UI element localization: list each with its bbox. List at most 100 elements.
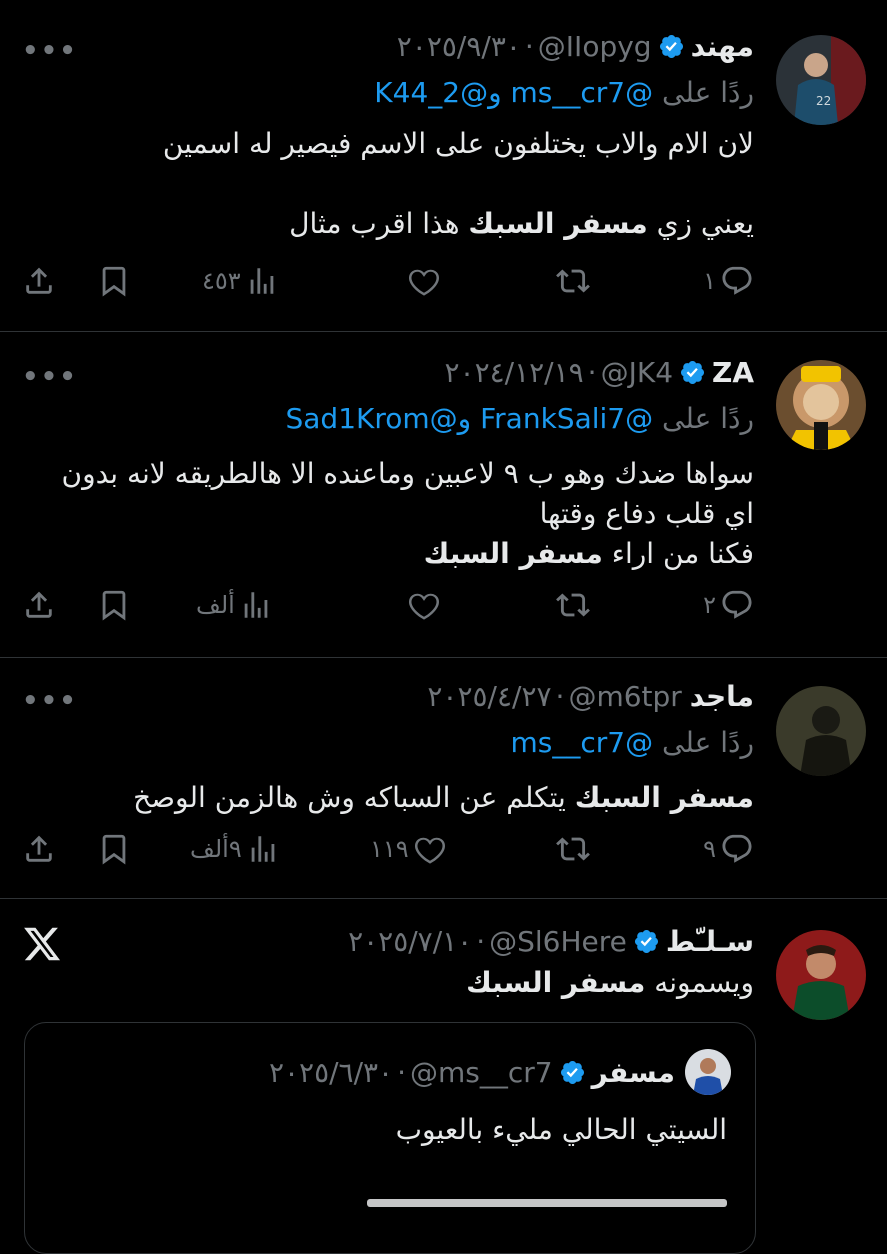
reply-count: ١ xyxy=(703,267,716,295)
avatar[interactable] xyxy=(776,686,866,776)
display-name[interactable]: ZA xyxy=(712,356,754,389)
retweet-button[interactable] xyxy=(556,264,590,298)
more-options-icon[interactable]: ••• xyxy=(22,36,78,66)
avatar[interactable]: 22 xyxy=(776,35,866,125)
reply-button[interactable]: ٢ xyxy=(699,588,754,622)
analytics-icon xyxy=(250,268,274,294)
display-name[interactable]: مهند xyxy=(691,30,754,63)
bookmark-button[interactable] xyxy=(97,832,131,866)
tweet-header: ZA @JK4 · ٢٠٢٤/١٢/١٩ xyxy=(444,356,754,389)
text-bold: مسفر السبك xyxy=(468,207,648,240)
x-logo-icon xyxy=(24,927,61,961)
tweet-text: سواها ضدك وهو ب ٩ لاعبين وماعنده الا هال… xyxy=(62,454,755,574)
handle[interactable]: @JK4 xyxy=(601,356,673,389)
bookmark-icon xyxy=(102,590,126,621)
timestamp[interactable]: ٢٠٢٥/٩/٣٠ xyxy=(397,30,521,63)
tweet-1[interactable]: 22 مهند @IIopyg · ٢٠٢٥/٩/٣٠ ••• ردًا على… xyxy=(0,0,887,330)
text-part: هذا اقرب مثال xyxy=(289,207,469,240)
retweet-button[interactable] xyxy=(556,588,590,622)
text-bold: مسفر السبك xyxy=(574,781,754,814)
verified-badge-icon xyxy=(659,34,683,59)
tweet-header: ماجد @m6tpr · ٢٠٢٥/٤/٢٧ xyxy=(427,680,754,713)
retweet-icon xyxy=(556,593,590,617)
text-part: يتكلم عن السباكه وش هالزمن الوصخ xyxy=(133,781,575,814)
quoted-tweet[interactable]: مسفر @ms__cr7 · ٢٠٢٥/٦/٣٠ السيتي الحالي … xyxy=(24,1022,756,1254)
more-options-icon[interactable]: ••• xyxy=(22,362,78,392)
share-icon xyxy=(26,267,52,294)
tweet-header: مهند @IIopyg · ٢٠٢٥/٩/٣٠ xyxy=(397,30,754,63)
reply-icon xyxy=(722,266,752,295)
bookmark-button[interactable] xyxy=(97,264,131,298)
timestamp[interactable]: ٢٠٢٤/١٢/١٩ xyxy=(444,356,583,389)
heart-icon xyxy=(408,269,440,296)
views-count: ٩ألف xyxy=(190,835,242,863)
text-part: سواها ضدك وهو ب ٩ لاعبين وماعنده الا هال… xyxy=(61,457,755,570)
reply-icon xyxy=(722,834,752,863)
retweet-button[interactable] xyxy=(556,832,590,866)
quote-handle[interactable]: @ms__cr7 xyxy=(410,1056,553,1089)
reply-mentions[interactable]: @ms__cr7 و@2_K44 xyxy=(374,76,653,109)
verified-badge-icon xyxy=(560,1060,584,1084)
text-part: ويسمونه xyxy=(645,966,754,999)
handle[interactable]: @Sl6Here xyxy=(489,925,627,958)
avatar[interactable] xyxy=(776,360,866,450)
handle[interactable]: @IIopyg xyxy=(538,30,652,63)
display-name[interactable]: سـلـّط xyxy=(666,925,754,958)
reply-button[interactable]: ١ xyxy=(699,264,754,298)
replying-to: ردًا على @FrankSali7 و@Sad1Krom xyxy=(285,402,754,435)
reply-mentions[interactable]: @ms__cr7 xyxy=(511,726,654,759)
action-bar: ٩ ١١٩ ٩ألف xyxy=(0,832,887,872)
separator-dot: · xyxy=(476,925,486,958)
tweet-3[interactable]: ماجد @m6tpr · ٢٠٢٥/٤/٢٧ ••• ردًا على @ms… xyxy=(0,658,887,898)
tweet-text: لان الام والاب يختلفون على الاسم فيصير ل… xyxy=(163,124,754,244)
handle[interactable]: @m6tpr xyxy=(568,680,681,713)
like-button[interactable] xyxy=(407,588,441,622)
like-button[interactable] xyxy=(407,264,441,298)
analytics-icon xyxy=(251,836,275,862)
heart-icon xyxy=(414,837,445,864)
like-button[interactable]: ١١٩ xyxy=(366,832,447,866)
share-button[interactable] xyxy=(22,264,56,298)
reply-mentions[interactable]: @FrankSali7 و@Sad1Krom xyxy=(285,402,653,435)
reply-count: ٢ xyxy=(703,591,716,619)
verified-badge-icon xyxy=(634,929,658,954)
replying-label: ردًا على xyxy=(662,76,754,109)
views-button[interactable]: ٤٥٣ xyxy=(198,264,279,298)
bookmark-icon xyxy=(102,266,126,297)
views-count: ألف xyxy=(196,591,235,619)
action-bar: ١ ٤٥٣ xyxy=(0,264,887,304)
reply-icon xyxy=(722,590,752,619)
reply-count: ٩ xyxy=(703,835,716,863)
timestamp[interactable]: ٢٠٢٥/٧/١٠ xyxy=(348,925,472,958)
quote-timestamp[interactable]: ٢٠٢٥/٦/٣٠ xyxy=(269,1056,393,1089)
views-button[interactable]: ألف xyxy=(192,588,273,622)
replying-label: ردًا على xyxy=(662,726,754,759)
share-icon xyxy=(26,835,52,862)
tweet-2[interactable]: ZA @JK4 · ٢٠٢٤/١٢/١٩ ••• ردًا على @Frank… xyxy=(0,332,887,657)
quote-display-name[interactable]: مسفر xyxy=(592,1056,675,1089)
more-options-icon[interactable]: ••• xyxy=(22,686,78,716)
display-name[interactable]: ماجد xyxy=(690,680,754,713)
retweet-icon xyxy=(556,269,590,293)
replying-to: ردًا على @ms__cr7 و@2_K44 xyxy=(374,76,754,109)
separator-dot: · xyxy=(555,680,565,713)
quote-header: مسفر @ms__cr7 · ٢٠٢٥/٦/٣٠ xyxy=(269,1049,731,1095)
svg-text:22: 22 xyxy=(816,94,831,108)
text-bold: مسفر السبك xyxy=(466,966,646,999)
share-button[interactable] xyxy=(22,588,56,622)
quote-avatar[interactable] xyxy=(685,1049,731,1095)
share-icon xyxy=(26,591,52,618)
bookmark-button[interactable] xyxy=(97,588,131,622)
reply-button[interactable]: ٩ xyxy=(699,832,754,866)
avatar[interactable] xyxy=(776,930,866,1020)
views-count: ٤٥٣ xyxy=(202,267,241,295)
share-button[interactable] xyxy=(22,832,56,866)
action-bar: ٢ ألف xyxy=(0,588,887,628)
separator-dot: · xyxy=(524,30,534,63)
quote-text-cutoff xyxy=(367,1183,727,1207)
bookmark-icon xyxy=(102,834,126,865)
timestamp[interactable]: ٢٠٢٥/٤/٢٧ xyxy=(427,680,551,713)
replying-to: ردًا على @ms__cr7 xyxy=(511,726,754,759)
separator-dot: · xyxy=(587,356,597,389)
views-button[interactable]: ٩ألف xyxy=(186,832,280,866)
